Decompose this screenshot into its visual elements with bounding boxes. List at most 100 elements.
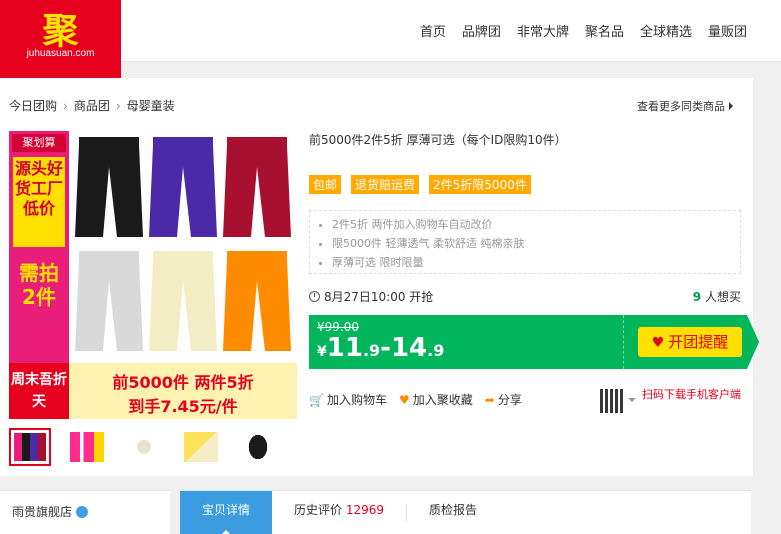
logo-url: juhuasuan.com xyxy=(26,48,95,59)
want-number: 9 xyxy=(692,290,702,304)
nav-big-brand[interactable]: 非常大牌 xyxy=(517,21,569,40)
start-time-row: 8月27日10:00 开抢 9 人想买 xyxy=(309,288,741,305)
review-count: 12969 xyxy=(345,502,385,517)
tag-discount: 2件5折限5000件 xyxy=(429,175,531,194)
pants-purple xyxy=(149,137,217,237)
nav-bulk[interactable]: 量贩团 xyxy=(708,21,747,40)
action-row: 🛒 加入购物车 ♥ 加入聚收藏 ➦ 分享 xyxy=(309,391,522,408)
shop-name: 雨贵旗舰店 xyxy=(12,505,73,519)
pants-black xyxy=(75,137,143,237)
more-similar-link[interactable]: 查看更多同类商品 xyxy=(637,98,733,114)
price-high-int: 14 xyxy=(390,333,428,363)
thumbnail[interactable] xyxy=(9,428,51,466)
thumbnail-image xyxy=(70,432,104,462)
thumbnail-image xyxy=(184,432,218,462)
logo-glyph: 聚 xyxy=(42,10,79,52)
page: 首页 品牌团 非常大牌 聚名品 全球精选 量贩团 聚 juhuasuan.com… xyxy=(0,0,781,534)
detail-tabs: 宝贝详情 历史评价 12969 质检报告 xyxy=(180,490,751,534)
product-card: 今日团购 › 商品团 › 母婴童装 查看更多同类商品 聚划算 源头好货工厂低价 … xyxy=(0,78,759,476)
clock-icon xyxy=(309,291,320,302)
image-promo-line-1: 前5000件 两件5折 xyxy=(112,373,254,392)
thumbnail[interactable] xyxy=(237,428,279,466)
shop-box: 雨贵旗舰店 xyxy=(0,490,170,534)
heart-outline-icon: ♥ xyxy=(398,393,410,407)
breadcrumb-item[interactable]: 今日团购 xyxy=(9,97,57,114)
thumbnail-image xyxy=(241,432,275,462)
site-logo[interactable]: 聚 juhuasuan.com xyxy=(0,0,121,88)
thumbnail-image xyxy=(127,432,161,462)
tab-reviews[interactable]: 历史评价 12969 xyxy=(272,491,406,534)
add-to-cart-label: 加入购物车 xyxy=(326,393,387,407)
original-price: ¥99.00 xyxy=(317,320,359,334)
pants-grey xyxy=(75,251,143,351)
image-side-text-2: 需拍2件 xyxy=(19,261,59,309)
image-promo-line-2: 到手7.45元/件 xyxy=(128,397,238,416)
want-count: 9 人想买 xyxy=(693,288,741,305)
want-label: 人想买 xyxy=(704,290,741,304)
breadcrumb-separator: › xyxy=(115,98,121,113)
add-to-cart-button[interactable]: 🛒 加入购物车 xyxy=(309,391,387,408)
pants-grid xyxy=(75,137,291,351)
pants-orange xyxy=(223,251,291,351)
breadcrumb-separator: › xyxy=(63,98,68,113)
share-label: 分享 xyxy=(497,393,522,407)
price-symbol: ¥ xyxy=(317,344,327,360)
shop-badge-icon xyxy=(76,506,89,518)
product-title: 前5000件2件5折 厚薄可选（每个ID限购10件） xyxy=(309,133,567,147)
tag-return-shipping: 退货赔运费 xyxy=(351,175,420,194)
price-high-dec: .9 xyxy=(427,341,445,360)
feature-item: 限5000件 轻薄透气 柔软舒适 纯棉亲肤 xyxy=(332,234,740,253)
cart-icon: 🛒 xyxy=(309,393,324,407)
product-tags: 包邮 退货赔运费 2件5折限5000件 xyxy=(309,175,531,194)
current-price: ¥11.9-14.9 xyxy=(317,333,444,363)
price-low-dec: .9 xyxy=(362,341,381,360)
thumbnail-image xyxy=(14,433,46,461)
price-bar: ¥99.00 ¥11.9-14.9 ♥ 开团提醒 xyxy=(309,315,759,369)
top-nav: 首页 品牌团 非常大牌 聚名品 全球精选 量贩团 xyxy=(420,21,747,40)
nav-famous[interactable]: 聚名品 xyxy=(585,21,624,40)
nav-brand-group[interactable]: 品牌团 xyxy=(462,21,501,40)
qr-code-icon[interactable] xyxy=(600,389,624,413)
tab-inspection-label: 质检报告 xyxy=(429,502,478,517)
pants-cream xyxy=(149,251,217,351)
remind-button[interactable]: ♥ 开团提醒 xyxy=(638,327,742,357)
feature-item: 2件5折 两件加入购物车自动改价 xyxy=(332,215,740,234)
price-divider xyxy=(623,315,624,369)
price-bar-arrow xyxy=(747,315,759,369)
product-main-image[interactable]: 聚划算 源头好货工厂低价 需拍2件 周末吾折天 前5000件 两件5折 到手7.… xyxy=(9,131,297,419)
add-favorite-button[interactable]: ♥ 加入聚收藏 xyxy=(399,391,473,408)
feature-item: 厚薄可选 限时限量 xyxy=(332,253,740,272)
thumbnail[interactable] xyxy=(66,428,108,466)
caret-right-icon xyxy=(729,102,733,110)
thumbnail[interactable] xyxy=(123,428,165,466)
image-brand-tag: 聚划算 xyxy=(12,134,66,152)
start-time: 8月27日10:00 开抢 xyxy=(324,290,434,304)
tag-free-shipping: 包邮 xyxy=(309,175,342,194)
feature-list: 2件5折 两件加入购物车自动改价 限5000件 轻薄透气 柔软舒适 纯棉亲肤 厚… xyxy=(309,210,741,274)
tab-inspection[interactable]: 质检报告 xyxy=(407,491,499,534)
share-button[interactable]: ➦ 分享 xyxy=(485,391,522,408)
nav-global[interactable]: 全球精选 xyxy=(640,21,692,40)
nav-home[interactable]: 首页 xyxy=(420,21,446,40)
price-low-int: 11 xyxy=(326,333,363,363)
tab-reviews-label: 历史评价 xyxy=(294,502,343,517)
thumbnail[interactable] xyxy=(180,428,222,466)
more-similar-label: 查看更多同类商品 xyxy=(637,100,725,113)
image-weekend-badge: 周末吾折天 xyxy=(9,363,69,419)
image-side-text: 源头好货工厂低价 xyxy=(14,159,63,218)
heart-icon: ♥ xyxy=(651,335,665,351)
pants-burgundy xyxy=(223,137,291,237)
shop-name-row[interactable]: 雨贵旗舰店 xyxy=(12,503,89,520)
qr-download-text[interactable]: 扫码下载手机客户端 xyxy=(642,388,742,401)
breadcrumb: 今日团购 › 商品团 › 母婴童装 xyxy=(9,97,175,114)
remind-button-label: 开团提醒 xyxy=(668,333,729,351)
chevron-down-icon[interactable] xyxy=(628,398,636,402)
thumbnail-strip xyxy=(9,428,279,466)
tab-details[interactable]: 宝贝详情 xyxy=(180,490,273,534)
share-icon: ➦ xyxy=(484,393,495,407)
tab-details-label: 宝贝详情 xyxy=(202,502,251,517)
breadcrumb-item[interactable]: 母婴童装 xyxy=(127,97,175,114)
breadcrumb-item[interactable]: 商品团 xyxy=(74,97,110,114)
add-favorite-label: 加入聚收藏 xyxy=(412,393,473,407)
price-dash: - xyxy=(380,333,391,363)
